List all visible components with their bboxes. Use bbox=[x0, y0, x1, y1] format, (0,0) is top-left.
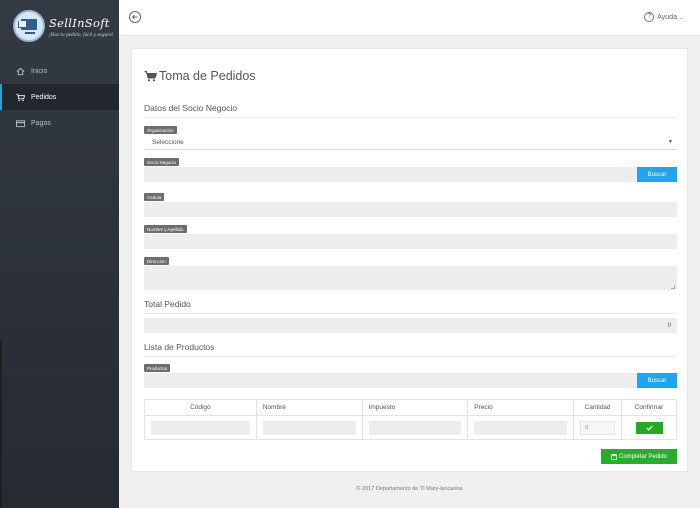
sidebar-item-label: Pagos bbox=[31, 119, 51, 127]
sidebar-item-pedidos[interactable]: Pedidos bbox=[0, 84, 119, 110]
buscar-socio-button[interactable]: Buscar bbox=[637, 167, 677, 182]
codigo-input[interactable] bbox=[151, 420, 250, 435]
organizacion-select[interactable]: Seleccione ▼ bbox=[144, 135, 677, 150]
col-codigo: Código bbox=[144, 399, 257, 416]
precio-input[interactable] bbox=[474, 420, 568, 435]
check-icon bbox=[645, 425, 653, 431]
back-button[interactable] bbox=[129, 11, 141, 23]
nombre-input[interactable] bbox=[262, 420, 356, 435]
confirmar-button[interactable] bbox=[635, 421, 663, 434]
page-title-text: Toma de Pedidos bbox=[159, 69, 256, 83]
dropdown-arrow-icon: ▼ bbox=[668, 139, 673, 145]
buscar-producto-button[interactable]: Buscar bbox=[637, 373, 677, 388]
cantidad-input[interactable]: 0 bbox=[580, 420, 615, 435]
sidebar-item-pagos[interactable]: Pagos bbox=[0, 110, 119, 136]
nombre-apellido-input[interactable] bbox=[144, 234, 677, 249]
chevron-down-icon: ⌄ bbox=[678, 14, 684, 21]
col-precio: Precio bbox=[467, 399, 575, 416]
total-pedido-field: 0 bbox=[144, 318, 677, 333]
credit-card-icon bbox=[16, 119, 25, 127]
arrow-left-icon bbox=[131, 14, 138, 20]
top-bar: ? Ayuda ⌄ bbox=[119, 0, 700, 36]
cart-icon bbox=[16, 93, 25, 101]
products-table: Código Nombre Impuesto Precio Cantidad C… bbox=[144, 399, 677, 440]
logo-icon bbox=[13, 10, 45, 42]
home-icon bbox=[16, 67, 25, 75]
productos-label: Productos bbox=[144, 364, 171, 372]
table-header-row: Código Nombre Impuesto Precio Cantidad C… bbox=[144, 399, 677, 416]
sidebar-item-inicio[interactable]: Inicio bbox=[0, 58, 119, 84]
order-card: Toma de Pedidos Datos del Socio Negocio … bbox=[131, 48, 688, 472]
col-confirmar: Confirmar bbox=[621, 399, 677, 416]
socio-negocio-input[interactable] bbox=[144, 167, 637, 182]
question-circle-icon: ? bbox=[644, 12, 655, 22]
col-impuesto: Impuesto bbox=[362, 399, 469, 416]
cedula-input[interactable] bbox=[144, 202, 677, 217]
save-icon bbox=[610, 453, 617, 460]
completar-pedido-label: Completar Pedido bbox=[618, 453, 668, 460]
completar-pedido-button[interactable]: Completar Pedido bbox=[601, 449, 677, 464]
section-socio-negocio: Datos del Socio Negocio bbox=[144, 103, 677, 118]
impuesto-input[interactable] bbox=[368, 420, 462, 435]
sidebar: SellInSoft ¡Haz tu pedido, fácil y segur… bbox=[0, 0, 119, 508]
col-nombre: Nombre bbox=[256, 399, 363, 416]
resize-handle-icon[interactable] bbox=[671, 285, 675, 289]
sidebar-item-label: Pedidos bbox=[31, 93, 57, 101]
productos-input[interactable] bbox=[144, 373, 637, 388]
direccion-label: Direccion bbox=[144, 257, 169, 265]
sidebar-nav: Inicio Pedidos Pagos bbox=[0, 58, 119, 136]
organizacion-selected: Seleccione bbox=[152, 138, 184, 146]
direccion-textarea[interactable] bbox=[144, 266, 677, 290]
brand[interactable]: SellInSoft ¡Haz tu pedido, fácil y segur… bbox=[0, 0, 119, 52]
col-cantidad: Cantidad bbox=[573, 399, 622, 416]
footer: © 2017 Departamento de TI Mary-lancarina bbox=[356, 486, 463, 492]
help-label: Ayuda bbox=[657, 13, 677, 21]
brand-name: SellInSoft bbox=[49, 15, 110, 30]
brand-tagline: ¡Haz tu pedido, fácil y seguro! bbox=[49, 31, 114, 37]
sidebar-edge bbox=[0, 340, 2, 508]
cedula-label: Cedula bbox=[144, 193, 165, 201]
help-menu[interactable]: ? Ayuda ⌄ bbox=[644, 12, 684, 22]
total-pedido-value: 0 bbox=[667, 322, 671, 329]
cart-icon bbox=[144, 71, 157, 82]
organizacion-label: Organización bbox=[144, 126, 177, 134]
nombre-apellido-label: Nombre y Apellido bbox=[144, 225, 187, 233]
socio-negocio-label: Socio Negocio bbox=[144, 158, 180, 166]
section-total-pedido: Total Pedido bbox=[144, 299, 677, 314]
table-row: 0 bbox=[144, 415, 677, 440]
section-lista-productos: Lista de Productos bbox=[144, 342, 677, 357]
sidebar-item-label: Inicio bbox=[31, 67, 48, 75]
page-title: Toma de Pedidos bbox=[144, 69, 256, 83]
